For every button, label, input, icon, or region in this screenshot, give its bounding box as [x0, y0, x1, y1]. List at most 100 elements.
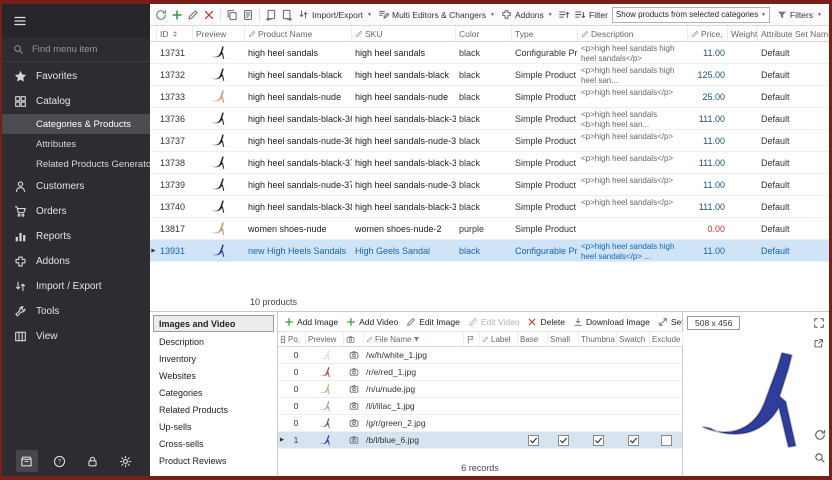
- tab-up-sells[interactable]: Up-sells: [150, 418, 277, 435]
- expand-preview-button[interactable]: [813, 316, 825, 334]
- tab-inventory[interactable]: Inventory: [150, 350, 277, 367]
- edit-icon: [482, 336, 489, 343]
- sidebar-subitem-categories-products[interactable]: Categories & Products: [2, 114, 150, 134]
- column-header-description[interactable]: Description: [578, 26, 688, 41]
- table-row[interactable]: 13736high heel sandals-black-36high heel…: [150, 108, 829, 130]
- image-row[interactable]: 0/g/r/green_2.jpg: [278, 415, 682, 432]
- cell-attribute-set: Default: [761, 136, 790, 146]
- lock-button[interactable]: [82, 450, 104, 472]
- sidebar-item-import-export[interactable]: Import / Export: [2, 274, 150, 299]
- tab-cross-sells[interactable]: Cross-sells: [150, 435, 277, 452]
- sidebar-item-orders[interactable]: Orders: [2, 199, 150, 224]
- duplicate-button[interactable]: [240, 8, 256, 22]
- tab-categories[interactable]: Categories: [150, 384, 277, 401]
- download-image-button[interactable]: Download Image: [573, 317, 650, 327]
- tab-product-reviews[interactable]: Product Reviews: [150, 452, 277, 469]
- copy-button[interactable]: [224, 8, 240, 22]
- sidebar-item-addons[interactable]: Addons: [2, 249, 150, 274]
- column-header-preview[interactable]: Preview: [193, 26, 245, 41]
- images-column-exclude[interactable]: Exclude: [650, 332, 683, 346]
- list-up-button[interactable]: [556, 8, 572, 22]
- sidebar-item-reports[interactable]: Reports: [2, 224, 150, 249]
- image-row[interactable]: ▶1/b/l/blue_6.jpg: [278, 432, 682, 449]
- image-row[interactable]: 0/n/u/nude.jpg: [278, 381, 682, 398]
- column-header-weight[interactable]: Weight: [728, 26, 758, 41]
- table-row[interactable]: ▶13931new High Heels SandalsHigh Geels S…: [150, 240, 829, 262]
- sidebar-subitem-related-products-generator[interactable]: Related Products Generator: [2, 154, 150, 174]
- images-column-label[interactable]: Label: [480, 332, 518, 346]
- help-button[interactable]: ?: [49, 450, 71, 472]
- doc-import-button[interactable]: [263, 8, 279, 22]
- import-export-menu[interactable]: Import/Export▼: [295, 8, 375, 21]
- images-column-small[interactable]: Small: [548, 332, 579, 346]
- column-header-id[interactable]: ID: [157, 26, 193, 41]
- sidebar-item-catalog[interactable]: Catalog: [2, 89, 150, 114]
- tab-websites[interactable]: Websites: [150, 367, 277, 384]
- checkbox-swatch[interactable]: [628, 435, 639, 446]
- checkbox-exclude[interactable]: [661, 435, 672, 446]
- image-row[interactable]: 0/r/e/red_1.jpg: [278, 364, 682, 381]
- table-row[interactable]: 13740high heel sandals-black-38high heel…: [150, 196, 829, 218]
- menu-icon[interactable]: [13, 14, 27, 28]
- gear-button[interactable]: [115, 450, 137, 472]
- table-row[interactable]: 13737high heel sandals-nude-36high heel …: [150, 130, 829, 152]
- set-resize-rule-button[interactable]: Set Resize Rule: [658, 317, 682, 327]
- preview-refresh-button[interactable]: [814, 428, 826, 446]
- images-column-file-name[interactable]: File Name: [364, 332, 464, 346]
- store-button[interactable]: [16, 450, 38, 472]
- delete-button[interactable]: [201, 8, 217, 22]
- add-button[interactable]: [169, 8, 185, 22]
- sidebar-subitem-attributes[interactable]: Attributes: [2, 134, 150, 154]
- list-down-button[interactable]: [572, 8, 588, 22]
- image-row[interactable]: 0/w/h/white_1.jpg: [278, 347, 682, 364]
- checkbox-base[interactable]: [528, 435, 539, 446]
- checkbox-small[interactable]: [558, 435, 569, 446]
- cell-small: [548, 432, 579, 448]
- svg-text:?: ?: [58, 458, 62, 465]
- filters-button[interactable]: Filters ▼: [774, 9, 825, 21]
- column-header-product-name[interactable]: Product Name: [245, 26, 352, 41]
- addons-menu[interactable]: Addons▼: [498, 8, 556, 21]
- image-row[interactable]: 0/l/i/lilac_1.jpg: [278, 398, 682, 415]
- preview-zoom-button[interactable]: [814, 451, 826, 469]
- delete-button[interactable]: Delete: [527, 317, 565, 327]
- doc-export-button[interactable]: [279, 8, 295, 22]
- images-column-flag[interactable]: [464, 332, 480, 346]
- add-image-button[interactable]: Add Image: [284, 317, 338, 327]
- sidebar-item-customers[interactable]: Customers: [2, 174, 150, 199]
- table-row[interactable]: 13738high heel sandals-black-37high heel…: [150, 152, 829, 174]
- table-row[interactable]: 13732high heel sandals-blackhigh heel sa…: [150, 64, 829, 86]
- images-column-preview[interactable]: Preview: [306, 332, 344, 346]
- tab-images-and-video[interactable]: Images and Video: [153, 315, 274, 332]
- category-filter-select[interactable]: Show products from selected categories ▼: [612, 7, 770, 23]
- add-video-button[interactable]: Add Video: [346, 317, 398, 327]
- search-icon: [13, 44, 24, 55]
- images-column-grid-small[interactable]: [278, 332, 286, 346]
- table-row[interactable]: 13817women shoes-nudewomen shoes-nude-2p…: [150, 218, 829, 240]
- images-column-base[interactable]: Base: [518, 332, 548, 346]
- images-column-thumbna[interactable]: Thumbna: [579, 332, 617, 346]
- table-row[interactable]: 13733high heel sandals-nudehigh heel san…: [150, 86, 829, 108]
- column-header-attribute-set-name[interactable]: Attribute Set Name: [758, 26, 829, 41]
- tab-related-products[interactable]: Related Products: [150, 401, 277, 418]
- column-header-color[interactable]: Color: [456, 26, 512, 41]
- edit-image-button[interactable]: Edit Image: [406, 317, 460, 327]
- open-external-button[interactable]: [813, 336, 824, 354]
- column-header-type[interactable]: Type: [512, 26, 578, 41]
- table-row[interactable]: 13731high heel sandalshigh heel sandalsb…: [150, 42, 829, 64]
- column-header-price[interactable]: Price,: [688, 26, 728, 41]
- images-column-camera[interactable]: [344, 332, 364, 346]
- column-header-sku[interactable]: SKU: [352, 26, 456, 41]
- multi-editors-changers-menu[interactable]: Multi Editors & Changers▼: [375, 8, 498, 21]
- table-row[interactable]: 13739high heel sandals-nude-37high heel …: [150, 174, 829, 196]
- sidebar-item-view[interactable]: View: [2, 324, 150, 349]
- menu-search-input[interactable]: [30, 43, 130, 56]
- refresh-button[interactable]: [153, 8, 169, 22]
- sidebar-item-tools[interactable]: Tools: [2, 299, 150, 324]
- sidebar-item-favorites[interactable]: Favorites: [2, 64, 150, 89]
- checkbox-thumbnail[interactable]: [593, 435, 604, 446]
- tab-description[interactable]: Description: [150, 333, 277, 350]
- images-column-po[interactable]: Po.: [286, 332, 306, 346]
- edit-button[interactable]: [185, 8, 201, 22]
- images-column-swatch[interactable]: Swatch: [617, 332, 650, 346]
